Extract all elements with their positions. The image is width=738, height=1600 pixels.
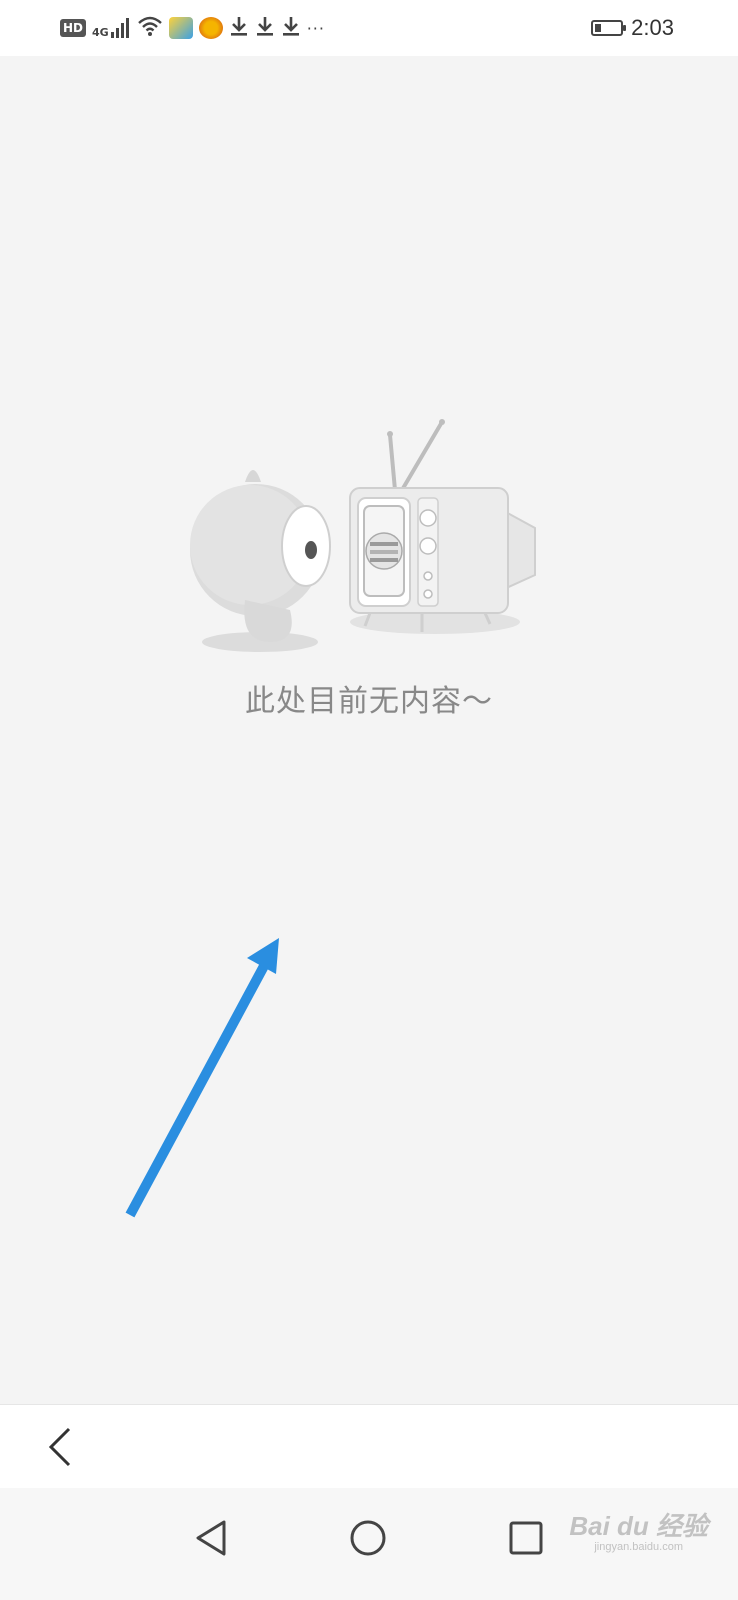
watermark-brand: Bai du 经验 (569, 1511, 708, 1541)
status-icons-right: 2:03 (591, 12, 674, 44)
download-icon (281, 15, 301, 41)
battery-level (595, 24, 602, 32)
app-notification-icon-2 (198, 17, 223, 39)
download-icon (229, 15, 249, 41)
tv-figure (349, 419, 536, 632)
back-button[interactable] (38, 1419, 82, 1475)
battery-icon (591, 20, 627, 36)
back-triangle-icon (196, 1520, 226, 1556)
signal-4g-icon: 4G (92, 17, 131, 39)
app-bottom-bar (0, 1404, 738, 1489)
baidu-jingyan-watermark: Bai du 经验 jingyan.baidu.com (569, 1506, 708, 1553)
hd-icon: HD (60, 19, 87, 37)
annotation-arrow (125, 938, 279, 1218)
system-home-button[interactable] (338, 1508, 398, 1568)
network-type-label: 4G (92, 26, 109, 39)
system-recents-button[interactable] (496, 1508, 556, 1568)
status-bar: HD 4G ··· 2:03 (0, 0, 738, 56)
chevron-left-icon (48, 1427, 71, 1467)
empty-state-message: 此处目前无内容～ (245, 684, 493, 719)
system-nav-bar: Bai du 经验 jingyan.baidu.com (0, 1488, 738, 1600)
status-icons-left: HD 4G ··· (60, 14, 325, 42)
wifi-icon (137, 15, 163, 41)
mascot-figure (190, 470, 331, 642)
download-icon (255, 15, 275, 41)
recents-square-icon (509, 1521, 543, 1555)
app-notification-icon (168, 17, 193, 39)
empty-state-illustration (190, 419, 536, 652)
home-circle-icon (350, 1520, 386, 1556)
status-time: 2:03 (631, 15, 674, 40)
more-notifications-icon: ··· (306, 18, 325, 38)
system-back-button[interactable] (182, 1508, 242, 1568)
